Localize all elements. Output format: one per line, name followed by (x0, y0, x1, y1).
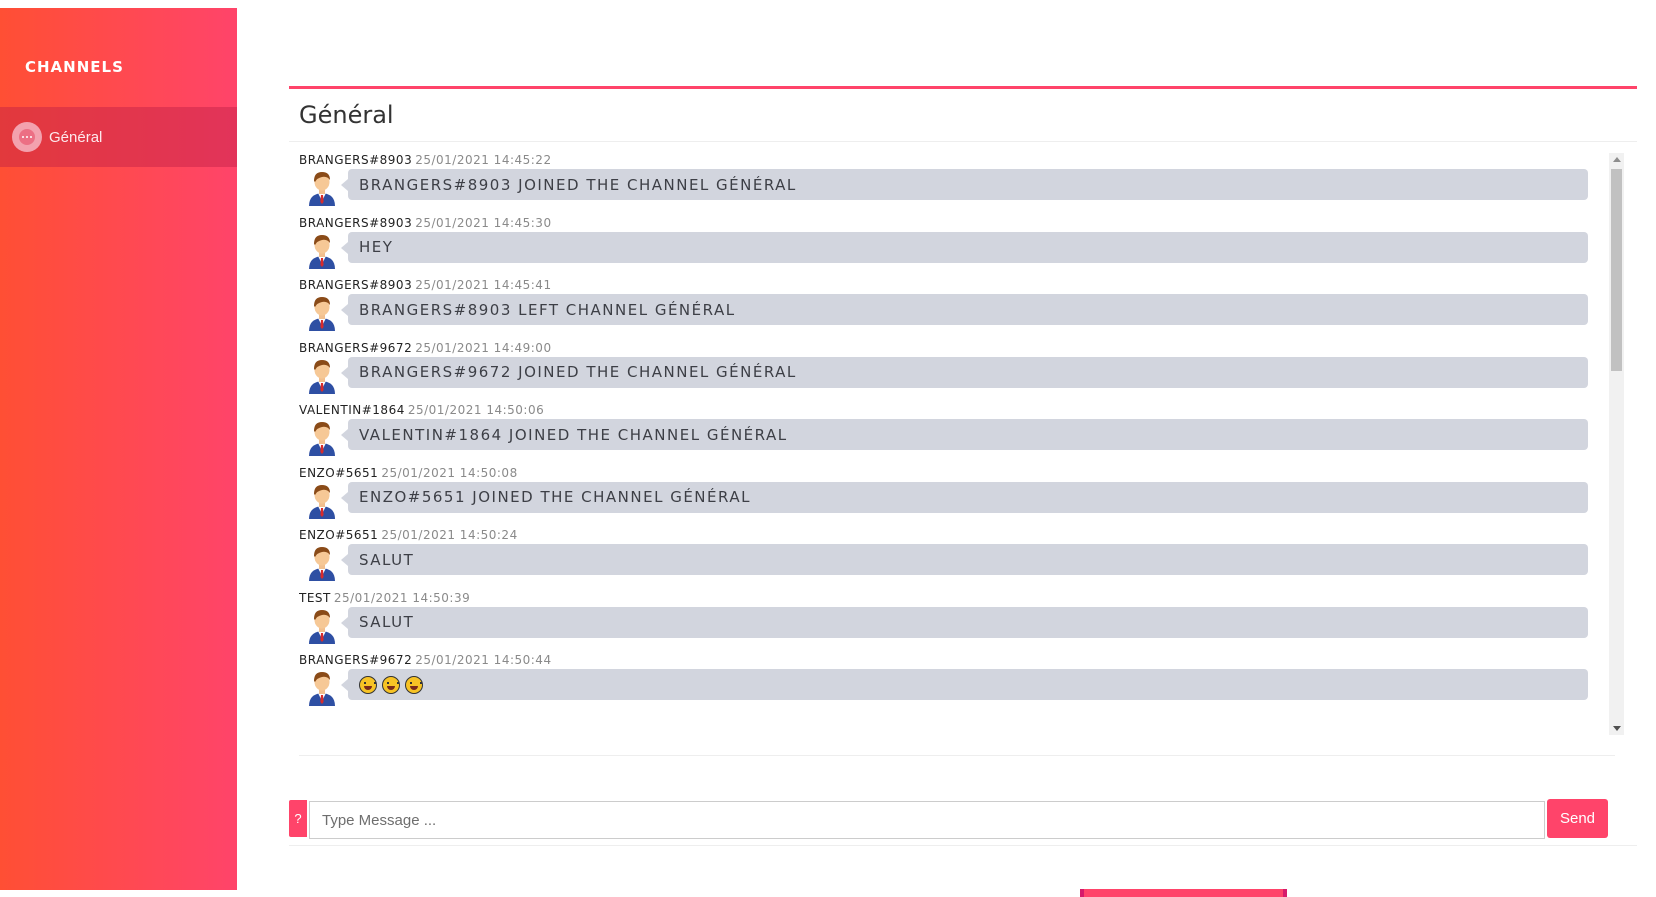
send-button[interactable]: Send (1547, 799, 1608, 838)
message-username: BRANGERS#9672 (299, 653, 413, 667)
laughing-emoji-icon (359, 675, 377, 694)
message-timestamp: 25/01/2021 14:49:00 (415, 340, 552, 355)
message-item: BRANGERS#9672 25/01/2021 14:50:44 (299, 653, 1603, 719)
message-username: TEST (299, 590, 331, 605)
message-username: ENZO#5651 (299, 465, 379, 480)
message-bubble: BRANGERS#8903 JOINED THE CHANNEL GÉNÉRAL (341, 169, 1588, 200)
message-meta: BRANGERS#8903 25/01/2021 14:45:41 (299, 278, 552, 292)
message-text: SALUT (359, 613, 415, 631)
message-username: BRANGERS#8903 (299, 153, 413, 167)
message-timestamp: 25/01/2021 14:45:41 (415, 278, 552, 292)
avatar-icon (307, 170, 337, 206)
message-text: BRANGERS#8903 JOINED THE CHANNEL GÉNÉRAL (359, 175, 797, 194)
sidebar-item-general[interactable]: Général (0, 107, 237, 167)
avatar-icon (307, 295, 337, 331)
message-meta: TEST 25/01/2021 14:50:39 (299, 591, 470, 605)
message-item: ENZO#5651 25/01/2021 14:50:08 ENZO#5651 J… (299, 466, 1603, 532)
message-list[interactable]: BRANGERS#8903 25/01/2021 14:45:22 BRANGER… (299, 153, 1615, 735)
bottom-button-partial[interactable] (1080, 889, 1287, 897)
avatar-icon (307, 483, 337, 519)
avatar-icon (307, 670, 337, 706)
message-item: BRANGERS#8903 25/01/2021 14:45:22 BRANGER… (299, 153, 1603, 219)
message-scrollbar[interactable] (1609, 153, 1624, 735)
message-item: BRANGERS#8903 25/01/2021 14:45:41 BRANGER… (299, 278, 1603, 344)
message-timestamp: 25/01/2021 14:45:22 (415, 153, 552, 167)
message-text: VALENTIN#1864 JOINED THE CHANNEL GÉNÉRAL (359, 425, 788, 444)
message-text: ENZO#5651 JOINED THE CHANNEL GÉNÉRAL (359, 488, 751, 506)
message-username: BRANGERS#9672 (299, 340, 413, 355)
message-bubble: VALENTIN#1864 JOINED THE CHANNEL GÉNÉRAL (341, 419, 1588, 450)
message-text: SALUT (359, 550, 415, 569)
message-bubble: ENZO#5651 JOINED THE CHANNEL GÉNÉRAL (341, 481, 1588, 513)
message-bubble: BRANGERS#9672 JOINED THE CHANNEL GÉNÉRAL (341, 356, 1588, 388)
avatar-icon (307, 233, 337, 269)
message-meta: BRANGERS#8903 25/01/2021 14:45:22 (299, 153, 552, 167)
message-meta: BRANGERS#9672 25/01/2021 14:50:44 (299, 653, 552, 667)
avatar-icon (307, 420, 337, 456)
message-text: HEY (359, 238, 394, 256)
message-text: BRANGERS#8903 LEFT CHANNEL GÉNÉRAL (359, 300, 736, 319)
message-input[interactable] (309, 801, 1545, 839)
message-meta: BRANGERS#8903 25/01/2021 14:45:30 (299, 216, 552, 230)
chat-bubble-icon (12, 122, 42, 152)
message-text: BRANGERS#9672 JOINED THE CHANNEL GÉNÉRAL (359, 363, 797, 381)
message-item: ENZO#5651 25/01/2021 14:50:24 SALUT (299, 528, 1603, 594)
message-timestamp: 25/01/2021 14:50:08 (381, 465, 518, 480)
message-meta: ENZO#5651 25/01/2021 14:50:08 (299, 466, 518, 480)
scroll-down-arrow-icon[interactable] (1613, 726, 1621, 731)
avatar-icon (307, 545, 337, 581)
message-bubble: SALUT (341, 544, 1588, 575)
message-bubble: SALUT (341, 606, 1588, 638)
divider (299, 755, 1615, 756)
laughing-emoji-icon (405, 675, 423, 694)
message-meta: BRANGERS#9672 25/01/2021 14:49:00 (299, 341, 552, 355)
message-composer: ? Send (289, 796, 1637, 846)
sidebar-title: CHANNELS (25, 58, 124, 76)
message-username: VALENTIN#1864 (299, 403, 405, 417)
help-button[interactable]: ? (289, 800, 307, 837)
scroll-up-arrow-icon[interactable] (1613, 157, 1621, 162)
message-item: BRANGERS#9672 25/01/2021 14:49:00 BRANGER… (299, 341, 1603, 407)
laughing-emoji-icon (382, 675, 400, 694)
message-timestamp: 25/01/2021 14:50:06 (407, 403, 545, 417)
message-item: VALENTIN#1864 25/01/2021 14:50:06 VALENTI… (299, 403, 1603, 469)
sidebar: CHANNELS Général (0, 8, 237, 890)
message-bubble: BRANGERS#8903 LEFT CHANNEL GÉNÉRAL (341, 294, 1588, 325)
chat-panel: Général BRANGERS#8903 25/01/2021 14:45:22… (289, 86, 1637, 850)
message-bubble (341, 669, 1588, 700)
message-timestamp: 25/01/2021 14:50:39 (333, 590, 471, 605)
message-item: BRANGERS#8903 25/01/2021 14:45:30 HEY (299, 216, 1603, 282)
avatar-icon (307, 608, 337, 644)
message-timestamp: 25/01/2021 14:50:44 (415, 653, 552, 667)
message-meta: ENZO#5651 25/01/2021 14:50:24 (299, 528, 518, 542)
message-username: BRANGERS#8903 (299, 278, 413, 292)
message-timestamp: 25/01/2021 14:50:24 (381, 528, 518, 542)
message-bubble: HEY (341, 231, 1588, 263)
scrollbar-thumb[interactable] (1611, 169, 1622, 371)
avatar-icon (307, 358, 337, 394)
page-title: Général (299, 101, 394, 129)
chat-header: Général (289, 89, 1637, 142)
message-username: BRANGERS#8903 (299, 215, 413, 230)
message-meta: VALENTIN#1864 25/01/2021 14:50:06 (299, 403, 544, 417)
message-item: TEST 25/01/2021 14:50:39 SALUT (299, 591, 1603, 657)
message-username: ENZO#5651 (299, 528, 379, 542)
sidebar-item-label: Général (49, 128, 103, 146)
message-timestamp: 25/01/2021 14:45:30 (415, 215, 552, 230)
